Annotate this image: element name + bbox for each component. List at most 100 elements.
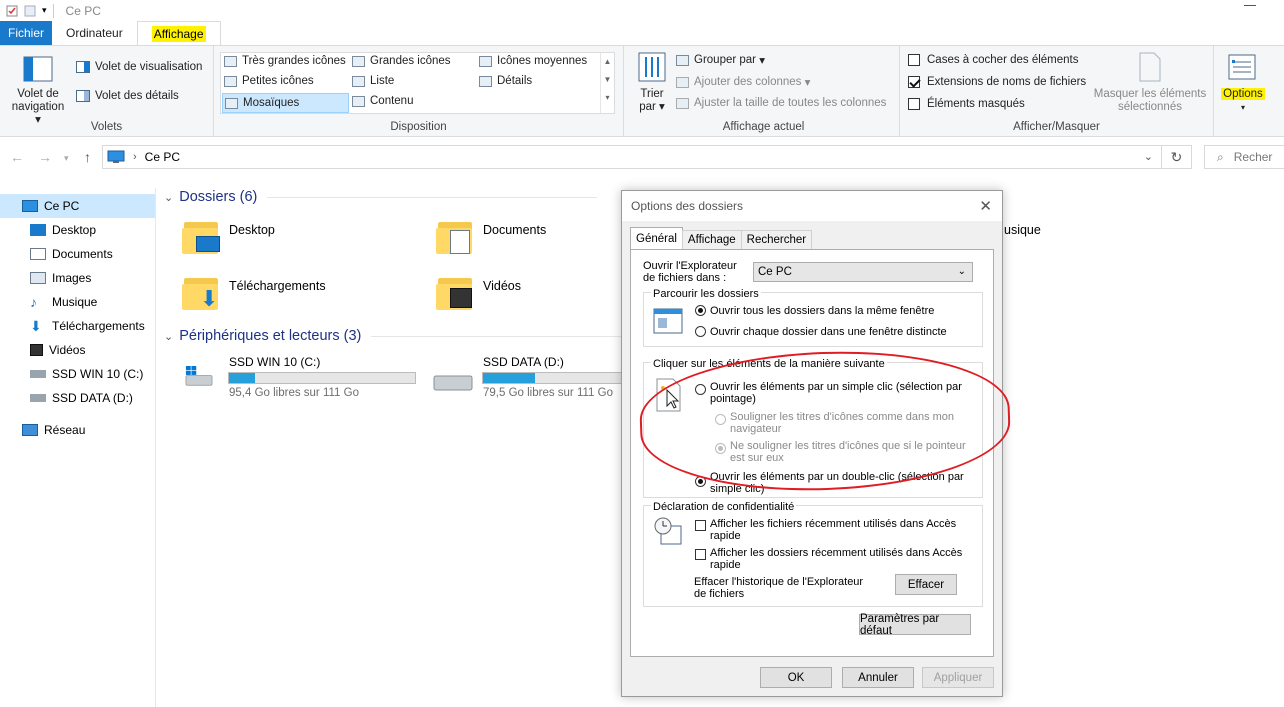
add-columns-button[interactable]: Ajouter des colonnes ▾ bbox=[676, 75, 810, 89]
tab-rechercher[interactable]: Rechercher bbox=[740, 230, 813, 249]
desktop-icon bbox=[30, 224, 46, 236]
underline-hover-label[interactable]: Ne souligner les titres d'icônes que si … bbox=[730, 440, 966, 464]
layout-content[interactable]: Contenu bbox=[352, 95, 413, 107]
preview-pane-button[interactable]: Volet de visualisation bbox=[76, 61, 202, 73]
sidebar-item-documents[interactable]: Documents bbox=[0, 242, 155, 266]
downloads-folder-icon: ⬇ bbox=[182, 272, 222, 312]
recent-folders-label[interactable]: Afficher les dossiers récemment utilisés… bbox=[710, 547, 962, 571]
apply-button[interactable]: Appliquer bbox=[922, 667, 994, 688]
breadcrumb[interactable]: Ce PC bbox=[145, 150, 180, 164]
drive-icon bbox=[30, 394, 46, 402]
sidebar-item-ssd-win[interactable]: SSD WIN 10 (C:) bbox=[0, 362, 155, 386]
hidden-items-label: Éléments masqués bbox=[927, 98, 1025, 110]
sidebar-item-videos[interactable]: Vidéos bbox=[0, 338, 155, 362]
layout-medium-icons[interactable]: Icônes moyennes bbox=[479, 55, 587, 67]
tab-affichage-dialog[interactable]: Affichage bbox=[681, 230, 742, 249]
recent-files-checkbox[interactable] bbox=[695, 520, 706, 531]
section-dossiers[interactable]: ⌄ Dossiers (6) bbox=[164, 189, 598, 205]
restore-defaults-button[interactable]: Paramètres par défaut bbox=[859, 613, 971, 637]
images-icon bbox=[30, 272, 46, 284]
browse-same-window-radio[interactable] bbox=[695, 305, 706, 316]
tab-fichier[interactable]: Fichier bbox=[0, 21, 52, 45]
this-pc-icon bbox=[22, 200, 38, 212]
medium-icons-icon bbox=[479, 55, 492, 67]
sort-by-button[interactable]: Trier par ▾ bbox=[634, 52, 670, 118]
new-folder-icon[interactable] bbox=[24, 5, 36, 17]
single-click-label[interactable]: Ouvrir les éléments par un simple clic (… bbox=[710, 381, 962, 405]
dialog-tabs: Général Affichage Rechercher bbox=[630, 227, 813, 250]
hidden-items-toggle[interactable]: Éléments masqués bbox=[908, 98, 1025, 110]
size-columns-button[interactable]: Ajuster la taille de toutes les colonnes bbox=[676, 97, 886, 109]
clear-button[interactable]: Effacer bbox=[895, 574, 957, 595]
single-click-radio[interactable] bbox=[695, 384, 706, 395]
hidden-items-checkbox[interactable] bbox=[908, 98, 920, 110]
properties-icon[interactable] bbox=[6, 5, 18, 17]
sidebar-item-ssd-data[interactable]: SSD DATA (D:) bbox=[0, 386, 155, 410]
options-icon bbox=[1228, 54, 1256, 80]
forward-arrow-icon[interactable]: → bbox=[38, 149, 52, 165]
address-dropdown-icon[interactable]: ⌄ bbox=[1144, 150, 1153, 163]
minimize-button[interactable] bbox=[1244, 5, 1256, 6]
ok-button[interactable]: OK bbox=[760, 667, 832, 688]
tab-general[interactable]: Général bbox=[630, 227, 683, 249]
up-arrow-icon[interactable]: ↑ bbox=[84, 149, 91, 165]
recent-folders-checkbox[interactable] bbox=[695, 549, 706, 560]
refresh-button[interactable]: ↻ bbox=[1162, 145, 1192, 169]
close-icon[interactable]: ✕ bbox=[979, 197, 992, 215]
cancel-button[interactable]: Annuler bbox=[842, 667, 914, 688]
drive-c-usage-bar bbox=[228, 372, 416, 384]
section-divider bbox=[267, 196, 598, 198]
layout-large-icons[interactable]: Grandes icônes bbox=[352, 55, 451, 67]
back-arrow-icon[interactable]: ← bbox=[10, 149, 24, 165]
hide-selected-button[interactable]: Masquer les éléments sélectionnés bbox=[1090, 52, 1210, 118]
recent-files-label-2: rapide bbox=[710, 530, 741, 542]
gallery-scrollbar[interactable]: ▲ ▼ ▾ bbox=[600, 53, 614, 113]
section-peripheriques[interactable]: ⌄ Périphériques et lecteurs (3) bbox=[164, 328, 622, 344]
item-checkboxes-toggle[interactable]: Cases à cocher des éléments bbox=[908, 54, 1079, 66]
browse-same-window-label[interactable]: Ouvrir tous les dossiers dans la même fe… bbox=[710, 305, 934, 317]
double-click-label[interactable]: Ouvrir les éléments par un double-clic (… bbox=[710, 471, 964, 495]
ribbon: Volet de navigation ▾ Volet de visualisa… bbox=[0, 45, 1284, 137]
search-input[interactable]: ⌕ Recher bbox=[1204, 145, 1284, 169]
layout-extra-large-icons[interactable]: Très grandes icônes bbox=[224, 55, 346, 67]
open-in-value: Ce PC bbox=[758, 266, 792, 278]
browse-new-window-radio[interactable] bbox=[695, 326, 706, 337]
folder-label-documents: Documents bbox=[483, 223, 547, 237]
sidebar-item-images[interactable]: Images bbox=[0, 266, 155, 290]
documents-icon bbox=[30, 248, 46, 260]
layout-small-icons[interactable]: Petites icônes bbox=[224, 75, 314, 87]
sidebar-item-telechargements[interactable]: ⬇ Téléchargements bbox=[0, 314, 155, 338]
sidebar-item-musique[interactable]: ♪ Musique bbox=[0, 290, 155, 314]
item-checkboxes-checkbox[interactable] bbox=[908, 54, 920, 66]
sidebar-item-reseau[interactable]: Réseau bbox=[0, 418, 155, 442]
double-click-radio[interactable] bbox=[695, 476, 706, 487]
browse-new-window-label[interactable]: Ouvrir chaque dossier dans une fenêtre d… bbox=[710, 326, 947, 338]
underline-always-radio[interactable] bbox=[715, 414, 726, 425]
open-in-select[interactable]: Ce PC ⌄ bbox=[753, 262, 973, 282]
file-extensions-label: Extensions de noms de fichiers bbox=[927, 76, 1087, 88]
tab-ordinateur[interactable]: Ordinateur bbox=[52, 21, 137, 45]
navigation-pane-icon bbox=[23, 56, 53, 82]
folder-label-musique-partial[interactable]: usique bbox=[1004, 223, 1041, 237]
address-box[interactable]: › Ce PC ⌄ bbox=[102, 145, 1162, 169]
layout-details[interactable]: Détails bbox=[479, 75, 532, 87]
recent-files-label[interactable]: Afficher les fichiers récemment utilisés… bbox=[710, 518, 956, 542]
sidebar-item-ce-pc[interactable]: Ce PC bbox=[0, 194, 155, 218]
underline-always-label[interactable]: Souligner les titres d'icônes comme dans… bbox=[730, 411, 954, 435]
layout-list[interactable]: Liste bbox=[352, 75, 394, 87]
group-by-button[interactable]: Grouper par ▾ bbox=[676, 53, 765, 67]
navigation-pane-button[interactable]: Volet de navigation ▾ bbox=[8, 54, 68, 126]
folder-label-desktop: Desktop bbox=[229, 223, 275, 237]
drive-c-usage-fill bbox=[229, 373, 256, 383]
sidebar-item-desktop[interactable]: Desktop bbox=[0, 218, 155, 242]
recent-locations-chevron-icon[interactable]: ▾ bbox=[64, 153, 69, 164]
file-extensions-checkbox[interactable] bbox=[908, 76, 920, 88]
tab-affichage[interactable]: Affichage bbox=[136, 21, 221, 45]
details-pane-button[interactable]: Volet des détails bbox=[76, 90, 179, 102]
options-button[interactable]: Options ▾ bbox=[1216, 52, 1270, 118]
sort-icon bbox=[638, 52, 666, 82]
underline-hover-radio[interactable] bbox=[715, 443, 726, 454]
layout-tiles[interactable]: Mosaïques bbox=[222, 93, 349, 113]
quick-access-dropdown[interactable]: ▾ bbox=[42, 5, 47, 16]
file-extensions-toggle[interactable]: Extensions de noms de fichiers bbox=[908, 76, 1086, 88]
